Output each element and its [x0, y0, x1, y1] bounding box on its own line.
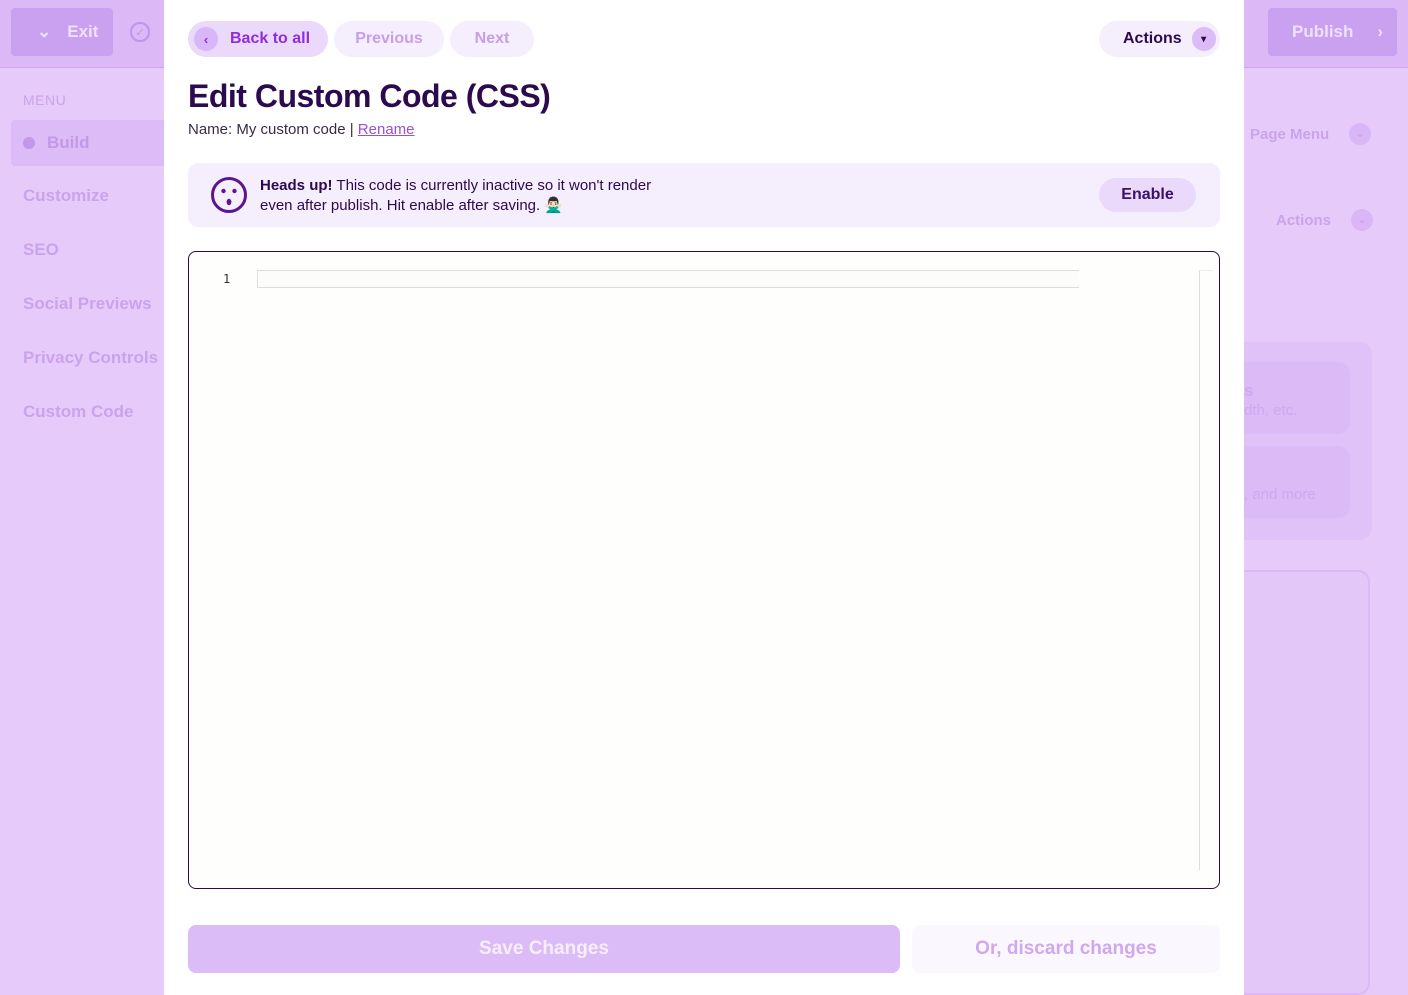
background-panel [1230, 570, 1370, 995]
chevron-down-icon: ▾ [1191, 27, 1216, 51]
actions-label: Actions [1123, 30, 1182, 47]
code-editor[interactable]: 1 [188, 251, 1220, 889]
sidebar-item-label: Build [47, 133, 90, 152]
notice-bold: Heads up! [260, 177, 333, 194]
chevron-down-icon: ⌄ [37, 22, 52, 41]
notice-text: Heads up! This code is currently inactiv… [260, 176, 680, 216]
sidebar-item-privacy-controls[interactable]: Privacy Controls [23, 348, 158, 368]
chevron-down-icon: ⌄ [1351, 209, 1374, 231]
back-to-all-label: Back to all [230, 30, 311, 47]
chevron-down-icon: ⌄ [1349, 123, 1372, 145]
menu-heading: MENU [23, 92, 67, 108]
chevron-right-icon: › [1377, 22, 1384, 41]
background-card-text: , and more [1244, 486, 1316, 503]
publish-label: Publish [1292, 22, 1354, 41]
publish-button[interactable]: Publish › [1268, 8, 1397, 56]
editor-scrollbar[interactable] [1199, 270, 1213, 870]
save-changes-button[interactable]: Save Changes [188, 925, 900, 973]
sidebar-item-custom-code[interactable]: Custom Code [23, 402, 134, 422]
background-actions-button[interactable]: Actions ⌄ [1276, 209, 1374, 231]
next-button[interactable]: Next [450, 21, 534, 57]
actions-button[interactable]: Actions ▾ [1099, 21, 1220, 57]
discard-changes-button[interactable]: Or, discard changes [912, 925, 1220, 973]
chevron-left-icon: ‹ [194, 27, 218, 51]
sidebar-item-build[interactable]: Build [11, 120, 171, 166]
sidebar-item-seo[interactable]: SEO [23, 240, 59, 260]
modal-nav: ‹ Back to all Previous Next [188, 21, 534, 57]
background-card [1236, 446, 1350, 518]
editor-active-line[interactable] [257, 270, 1079, 288]
background-card-title: s [1244, 381, 1254, 400]
surprised-face-icon [211, 177, 247, 213]
previous-button[interactable]: Previous [334, 21, 444, 57]
exit-label: Exit [67, 22, 99, 41]
sidebar-item-social-previews[interactable]: Social Previews [23, 294, 152, 314]
inactive-notice: Heads up! This code is currently inactiv… [188, 163, 1220, 227]
page-menu-label: Page Menu [1250, 125, 1330, 143]
check-circle-icon: ✓ [130, 22, 150, 42]
active-dot-icon [23, 137, 35, 149]
background-actions-label: Actions [1276, 211, 1332, 229]
rename-link[interactable]: Rename [358, 121, 415, 138]
line-number: 1 [223, 272, 231, 286]
background-card-text: dth, etc. [1244, 402, 1298, 419]
exit-button[interactable]: ⌄ Exit [11, 8, 113, 56]
edit-custom-code-modal: ‹ Back to all Previous Next Actions ▾ Ed… [164, 0, 1244, 995]
code-name-text: Name: My custom code | [188, 121, 358, 138]
sidebar-item-customize[interactable]: Customize [23, 186, 109, 206]
enable-button[interactable]: Enable [1099, 178, 1196, 212]
page-title: Edit Custom Code (CSS) [188, 78, 551, 114]
page-menu-button[interactable]: Page Menu ⌄ [1250, 123, 1372, 145]
code-name-line: Name: My custom code | Rename [188, 121, 415, 138]
back-to-all-button[interactable]: ‹ Back to all [188, 21, 328, 57]
